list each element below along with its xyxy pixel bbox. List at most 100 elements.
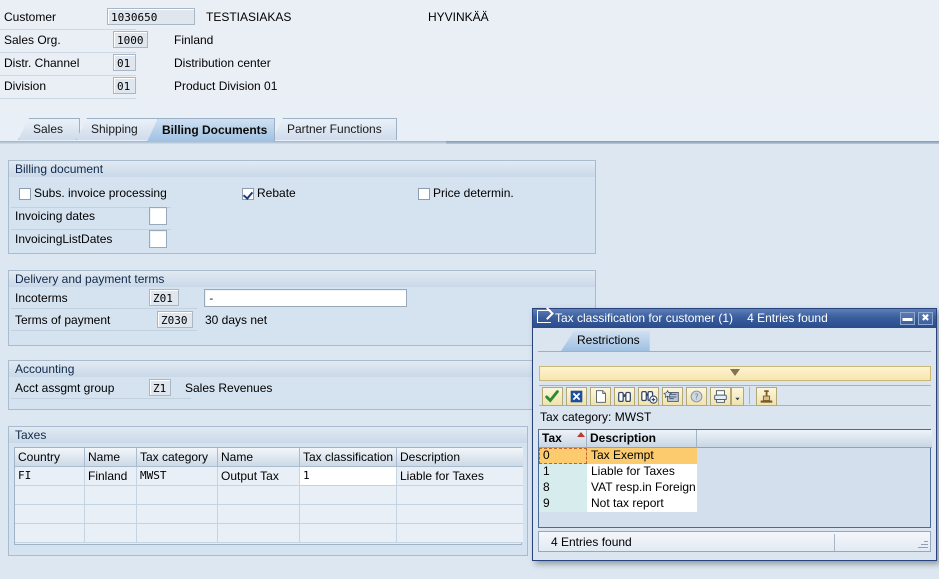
- invoicing-list-dates-field[interactable]: [149, 230, 167, 248]
- group-title-billing-document: Billing document: [8, 160, 596, 178]
- help-button[interactable]: ?: [686, 387, 707, 406]
- acct-assgmt-group-field[interactable]: Z1: [149, 379, 171, 396]
- header-label-customer: Customer: [4, 10, 57, 24]
- customer-city-text: HYVINKÄÄ: [428, 10, 489, 24]
- taxes-cell-description-0[interactable]: Liable for Taxes: [397, 467, 523, 486]
- checkbox-price-determin[interactable]: [418, 188, 430, 200]
- distr-channel-field[interactable]: 01: [113, 54, 136, 71]
- taxes-cell-taxclassification-3[interactable]: [300, 524, 397, 543]
- header-row-distr-channel: Distr. Channel 01 Distribution center: [0, 53, 939, 75]
- customer-field[interactable]: 1030650: [107, 8, 195, 25]
- label-subs-invoice-processing: Subs. invoice processing: [34, 186, 167, 200]
- header-label-distr-channel: Distr. Channel: [4, 56, 80, 70]
- tab-sales[interactable]: Sales: [18, 118, 80, 140]
- taxes-cell-description-1[interactable]: [397, 486, 523, 505]
- dialog-tab-restrictions[interactable]: Restrictions: [561, 331, 650, 351]
- taxes-table: Country Name Tax category Name Tax class…: [14, 447, 523, 545]
- customer-name-text: TESTIASIAKAS: [206, 10, 292, 24]
- taxes-cell-country-2[interactable]: [15, 505, 85, 524]
- taxes-cell-name1-1[interactable]: [85, 486, 137, 505]
- tab-partner-functions[interactable]: Partner Functions: [272, 118, 397, 140]
- taxes-cell-country-3[interactable]: [15, 524, 85, 543]
- tab-billing-documents[interactable]: Billing Documents: [147, 118, 275, 142]
- minimize-button[interactable]: ▬: [900, 312, 915, 325]
- personal-list-button[interactable]: [662, 387, 683, 406]
- list-cell-key-1[interactable]: 1: [539, 464, 587, 480]
- taxes-cell-name1-3[interactable]: [85, 524, 137, 543]
- delivery-divider-1: [11, 308, 197, 309]
- group-title-taxes: Taxes: [8, 426, 528, 444]
- taxes-cell-country-1[interactable]: [15, 486, 85, 505]
- status-separator: [834, 534, 835, 551]
- header-key-fields: Customer 1030650 TESTIASIAKAS HYVINKÄÄ S…: [0, 0, 939, 110]
- tax-classification-dialog[interactable]: Tax classification for customer (1) 4 Ent…: [532, 308, 937, 561]
- tab-sales-label: Sales: [33, 122, 64, 136]
- label-invoicing-dates: Invoicing dates: [15, 209, 96, 223]
- taxes-col-name-1[interactable]: Name: [85, 448, 137, 467]
- terms-of-payment-code-field[interactable]: Z030: [157, 311, 193, 328]
- division-field[interactable]: 01: [113, 77, 136, 94]
- taxes-cell-name2-3[interactable]: [218, 524, 300, 543]
- tab-partner-functions-label: Partner Functions: [287, 122, 382, 136]
- tab-shipping[interactable]: Shipping: [76, 118, 158, 140]
- sort-button[interactable]: [756, 387, 777, 406]
- close-button[interactable]: ✖: [918, 312, 933, 325]
- taxes-cell-taxcategory-0[interactable]: MWST: [137, 467, 218, 486]
- taxes-cell-name1-0[interactable]: Finland: [85, 467, 137, 486]
- taxes-cell-taxclassification-0[interactable]: 1: [300, 467, 397, 486]
- dialog-title-count: 4 Entries found: [747, 311, 828, 325]
- dialog-title-bar[interactable]: Tax classification for customer (1) 4 Ent…: [533, 309, 936, 328]
- group-taxes: Taxes Country Name Tax category Name Tax…: [8, 426, 528, 556]
- taxes-col-name-2[interactable]: Name: [218, 448, 300, 467]
- restriction-bar[interactable]: [539, 366, 931, 381]
- cancel-button[interactable]: [566, 387, 587, 406]
- invoicing-dates-field[interactable]: [149, 207, 167, 225]
- taxes-cell-name2-2[interactable]: [218, 505, 300, 524]
- taxes-cell-name1-2[interactable]: [85, 505, 137, 524]
- list-cell-desc-3[interactable]: Not tax report: [587, 496, 697, 512]
- taxes-cell-taxcategory-1[interactable]: [137, 486, 218, 505]
- taxes-cell-name2-1[interactable]: [218, 486, 300, 505]
- taxes-col-tax-category[interactable]: Tax category: [137, 448, 218, 467]
- header-divider-4: [0, 98, 136, 99]
- resize-grip[interactable]: [916, 537, 928, 549]
- label-price-determin: Price determin.: [433, 186, 514, 200]
- list-cell-desc-0[interactable]: Tax Exempt: [587, 448, 697, 464]
- toolbar-separator: [749, 387, 750, 404]
- billing-divider-1: [11, 207, 171, 208]
- taxes-col-country[interactable]: Country: [15, 448, 85, 467]
- tax-category-text: Tax category: MWST: [540, 410, 652, 424]
- dialog-status-text: 4 Entries found: [551, 535, 632, 549]
- list-cell-desc-1[interactable]: Liable for Taxes: [587, 464, 697, 480]
- print-button[interactable]: [710, 387, 731, 406]
- taxes-cell-description-2[interactable]: [397, 505, 523, 524]
- taxes-col-description[interactable]: Description: [397, 448, 523, 467]
- taxes-cell-taxcategory-2[interactable]: [137, 505, 218, 524]
- checkbox-rebate[interactable]: [242, 188, 254, 200]
- incoterms-code-field[interactable]: Z01: [149, 289, 179, 306]
- print-menu-button[interactable]: [731, 387, 744, 406]
- incoterms-desc-field[interactable]: -: [204, 289, 407, 307]
- list-cell-desc-2[interactable]: VAT resp.in Foreign: [587, 480, 697, 496]
- taxes-cell-taxclassification-2[interactable]: [300, 505, 397, 524]
- taxes-cell-taxclassification-1[interactable]: [300, 486, 397, 505]
- check-button[interactable]: [542, 387, 563, 406]
- find-button[interactable]: [614, 387, 635, 406]
- taxes-col-tax-classification[interactable]: Tax classification: [300, 448, 397, 467]
- group-body-delivery-payment: Incoterms Z01 - Terms of payment Z030 30…: [8, 287, 596, 346]
- find-next-button[interactable]: [638, 387, 659, 406]
- sales-org-field[interactable]: 1000: [113, 31, 148, 48]
- dialog-toolbar: ?: [539, 385, 931, 406]
- list-cell-key-2[interactable]: 8: [539, 480, 587, 496]
- new-selection-button[interactable]: [590, 387, 611, 406]
- taxes-cell-taxcategory-3[interactable]: [137, 524, 218, 543]
- dialog-title-text: Tax classification for customer (1): [555, 311, 734, 325]
- list-cell-key-3[interactable]: 9: [539, 496, 587, 512]
- taxes-cell-country-0[interactable]: FI: [15, 467, 85, 486]
- checkbox-subs-invoice-processing[interactable]: [19, 188, 31, 200]
- group-title-delivery-payment: Delivery and payment terms: [8, 270, 596, 288]
- export-icon: [537, 310, 551, 323]
- list-col-description[interactable]: Description: [587, 430, 697, 448]
- taxes-cell-name2-0[interactable]: Output Tax: [218, 467, 300, 486]
- taxes-cell-description-3[interactable]: [397, 524, 523, 543]
